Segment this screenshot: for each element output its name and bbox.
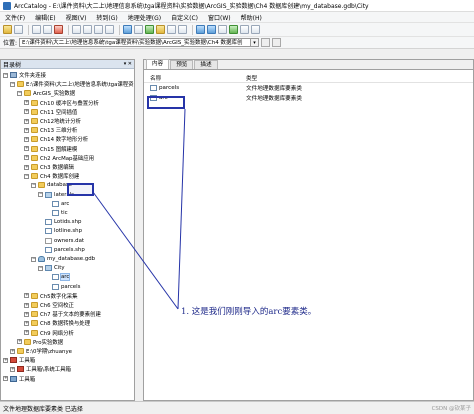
- status-bar: 文件地理数据库要素类 已选择 CSDN @钦某子: [0, 401, 474, 414]
- watermark: CSDN @钦某子: [431, 406, 471, 412]
- callout-line-contents: [177, 108, 186, 310]
- callout-lines: [92, 108, 186, 310]
- status-text: 文件地理数据库要素类 已选择: [3, 405, 83, 413]
- callout-line-tree: [92, 191, 179, 310]
- annotation-text: 1. 这是我们刚刚导入的arc要素类。: [181, 307, 317, 317]
